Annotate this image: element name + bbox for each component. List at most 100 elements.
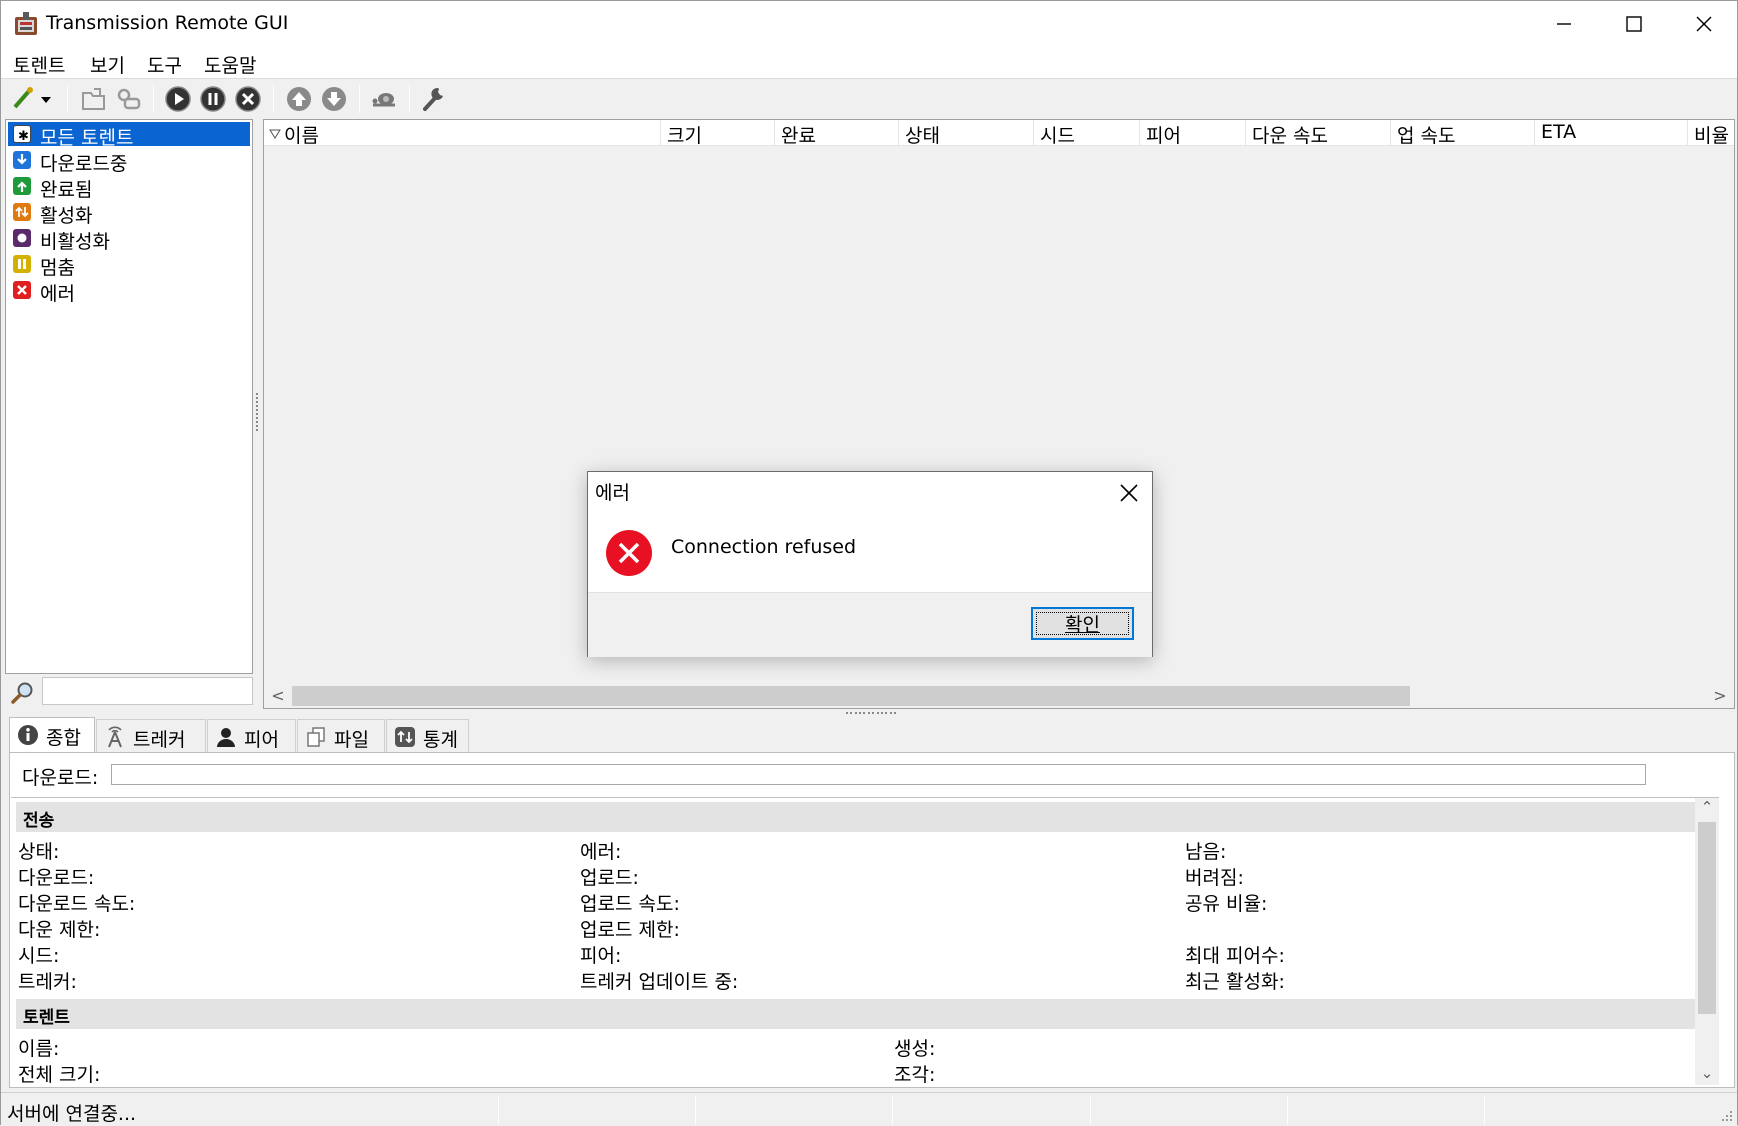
filter-label: 활성화: [40, 205, 93, 227]
dialog-title: 에러: [595, 482, 630, 504]
menu-tools[interactable]: 도구: [147, 51, 182, 78]
status-text: 서버에 연결중...: [7, 1103, 137, 1125]
scrollbar-thumb[interactable]: [1698, 822, 1716, 1014]
filter-panel: ✱ 모든 토렌트 다운로드중 완료됨 활성화 비활성화 멈춤 에러: [5, 119, 253, 674]
pause-icon: [200, 86, 226, 112]
move-up-button[interactable]: [283, 83, 315, 115]
main-window: Transmission Remote GUI 토렌트 보기 도구 도움말 ✱ …: [0, 0, 1738, 1126]
horizontal-splitter[interactable]: [846, 712, 896, 716]
tab-general[interactable]: 종합: [9, 717, 95, 753]
add-torrent-button[interactable]: [78, 83, 110, 115]
status-divider: [1484, 1096, 1485, 1124]
section-transfer: 전송: [16, 802, 1702, 832]
download-progress-bar: [111, 764, 1646, 785]
filter-active[interactable]: 활성화: [8, 200, 250, 227]
vertical-scrollbar[interactable]: ⌃ ⌄: [1695, 798, 1719, 1085]
scroll-up-icon[interactable]: ⌃: [1695, 798, 1719, 820]
close-button[interactable]: [1669, 1, 1738, 47]
status-divider: [1287, 1096, 1288, 1124]
field-remaining: 남음:: [1185, 841, 1227, 863]
tab-label: 종합: [46, 727, 81, 749]
vertical-splitter[interactable]: [255, 391, 259, 441]
status-divider: [498, 1096, 499, 1124]
tab-stats[interactable]: 통계: [386, 719, 469, 753]
field-name: 이름:: [18, 1038, 60, 1060]
toolbar-separator: [273, 85, 274, 113]
field-error: 에러:: [580, 841, 622, 863]
files-icon: [307, 727, 325, 747]
wrench-icon: [423, 87, 443, 111]
start-button[interactable]: [162, 83, 194, 115]
minimize-button[interactable]: [1529, 1, 1599, 47]
scroll-down-icon[interactable]: ⌄: [1695, 1064, 1719, 1085]
field-peers: 피어:: [580, 945, 622, 967]
options-button[interactable]: [418, 83, 450, 115]
connect-button[interactable]: [9, 83, 57, 115]
section-title: 토렌트: [23, 1008, 70, 1028]
column-header-eta[interactable]: ETA: [1535, 120, 1688, 146]
maximize-button[interactable]: [1599, 1, 1669, 47]
filter-all[interactable]: ✱ 모든 토렌트: [8, 122, 250, 149]
connect-icon: [13, 87, 51, 109]
resize-grip-icon[interactable]: [1719, 1108, 1733, 1122]
filter-downloading[interactable]: 다운로드중: [8, 148, 250, 175]
tab-peers[interactable]: 피어: [207, 719, 296, 753]
filter-paused[interactable]: 멈춤: [8, 252, 250, 279]
filter-search-input[interactable]: [42, 677, 253, 705]
column-header-up-speed[interactable]: 업 속도: [1391, 120, 1535, 147]
filter-completed[interactable]: 완료됨: [8, 174, 250, 201]
completed-icon: [13, 177, 31, 195]
general-tab-panel: 다운로드: 전송 상태: 다운로드: 다운로드 속도: 다운 제한: 시드: 트…: [9, 752, 1735, 1088]
column-header-done[interactable]: 완료: [775, 120, 899, 147]
remove-button[interactable]: [232, 83, 264, 115]
ok-button-label: 확인: [1065, 614, 1100, 636]
column-header-name[interactable]: 이름: [264, 120, 661, 147]
menu-view[interactable]: 보기: [90, 51, 125, 78]
column-header-ratio[interactable]: 비율: [1688, 120, 1736, 147]
link-icon: [117, 88, 141, 110]
toolbar-separator: [67, 85, 68, 113]
ok-button[interactable]: 확인: [1031, 607, 1134, 640]
horizontal-scrollbar[interactable]: < >: [264, 682, 1734, 708]
menu-torrent[interactable]: 토렌트: [13, 51, 65, 78]
info-icon: [18, 725, 38, 745]
filter-error[interactable]: 에러: [8, 278, 250, 305]
scrollbar-thumb[interactable]: [292, 686, 1410, 706]
inactive-icon: [13, 229, 31, 247]
column-header-status[interactable]: 상태: [899, 120, 1034, 147]
scroll-left-icon[interactable]: <: [268, 686, 288, 706]
filter-label: 완료됨: [40, 179, 93, 201]
minimize-icon: [1557, 23, 1571, 25]
detail-tabs: 종합 트레커 피어 파일 통계: [9, 717, 1735, 753]
scroll-right-icon[interactable]: >: [1710, 686, 1730, 706]
sort-down-icon: [269, 129, 281, 139]
dialog-footer: 확인: [588, 592, 1152, 657]
dialog-close-icon[interactable]: [1116, 480, 1142, 506]
field-download-speed: 다운로드 속도:: [18, 893, 136, 915]
toolbar-separator: [359, 85, 360, 113]
field-created: 생성:: [894, 1038, 936, 1060]
dialog-message: Connection refused: [671, 536, 857, 558]
column-header-peers[interactable]: 피어: [1140, 120, 1246, 147]
field-wasted: 버려짐:: [1185, 867, 1244, 889]
add-link-button[interactable]: [113, 83, 145, 115]
column-header-size[interactable]: 크기: [661, 120, 775, 147]
column-header-down-speed[interactable]: 다운 속도: [1246, 120, 1391, 147]
search-icon: [11, 682, 33, 704]
tab-trackers[interactable]: 트레커: [96, 719, 206, 753]
field-tracker-update: 트레커 업데이트 중:: [580, 971, 739, 993]
field-trackers: 트레커:: [18, 971, 77, 993]
details-scroll-area[interactable]: 전송 상태: 다운로드: 다운로드 속도: 다운 제한: 시드: 트레커: 에러…: [11, 797, 1719, 1085]
stats-icon: [395, 727, 415, 747]
filter-inactive[interactable]: 비활성화: [8, 226, 250, 253]
field-pieces: 조각:: [894, 1064, 936, 1085]
move-down-button[interactable]: [318, 83, 350, 115]
turtle-mode-button[interactable]: [368, 83, 400, 115]
column-header-seeds[interactable]: 시드: [1034, 120, 1140, 147]
status-divider: [695, 1096, 696, 1124]
downloading-icon: [13, 151, 31, 169]
menu-help[interactable]: 도움말: [204, 51, 256, 78]
field-downloaded: 다운로드:: [18, 867, 95, 889]
pause-button[interactable]: [197, 83, 229, 115]
tab-files[interactable]: 파일: [297, 719, 385, 753]
